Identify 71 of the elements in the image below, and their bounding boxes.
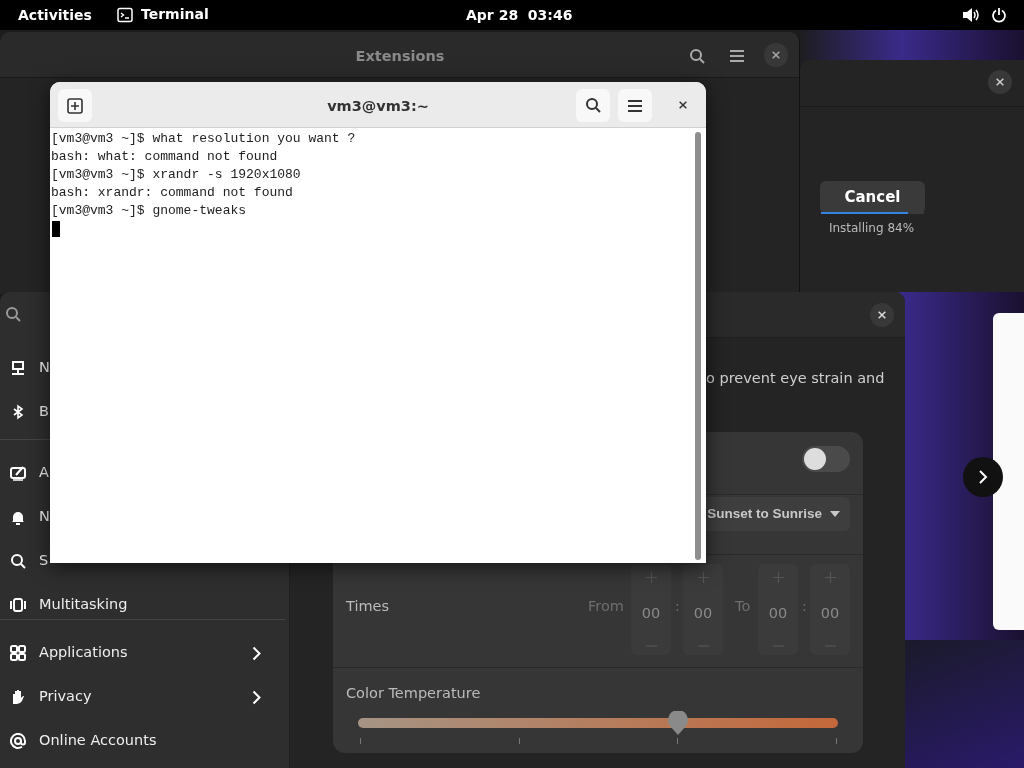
plus-icon bbox=[697, 572, 709, 583]
window-title: Extensions bbox=[354, 47, 446, 66]
text-cursor bbox=[52, 221, 60, 237]
bell-icon bbox=[10, 509, 26, 525]
menu-icon bbox=[729, 48, 745, 64]
slider-thumb[interactable] bbox=[668, 711, 689, 735]
new-tab-button[interactable] bbox=[58, 89, 92, 122]
search-icon bbox=[688, 47, 706, 65]
plus-icon bbox=[772, 572, 784, 583]
sidebar-item[interactable]: S bbox=[0, 541, 50, 581]
search-icon bbox=[584, 97, 602, 114]
times-label: Times bbox=[346, 597, 390, 616]
clock[interactable]: Apr 28 03:46 bbox=[466, 5, 573, 26]
close-icon bbox=[678, 100, 688, 110]
close-button[interactable] bbox=[988, 70, 1012, 94]
chevron-right-icon bbox=[252, 689, 261, 705]
tick-mark bbox=[518, 738, 520, 744]
menu-button[interactable] bbox=[618, 89, 652, 122]
sidebar-item[interactable]: Online Accounts bbox=[0, 721, 285, 761]
sidebar-item[interactable]: Multitasking bbox=[0, 585, 285, 625]
terminal-line: bash: xrandr: command not found bbox=[51, 184, 293, 202]
tick-mark bbox=[360, 738, 361, 744]
terminal-icon bbox=[117, 6, 133, 23]
multitasking-icon bbox=[10, 597, 26, 613]
plus-icon bbox=[645, 572, 657, 583]
description-text: o prevent eye strain and bbox=[706, 369, 885, 388]
hand-icon bbox=[10, 689, 26, 705]
search-button[interactable] bbox=[576, 89, 610, 122]
activities-button[interactable]: Activities bbox=[18, 5, 92, 26]
chevron-right-icon bbox=[978, 469, 988, 485]
grid-icon bbox=[10, 645, 26, 661]
close-icon bbox=[771, 50, 781, 60]
sidebar-item[interactable]: Applications bbox=[0, 633, 285, 673]
sidebar-item[interactable]: N bbox=[0, 348, 50, 388]
speaker-icon[interactable] bbox=[962, 7, 980, 23]
slider-label: Color Temperature bbox=[346, 684, 481, 703]
time-separator: : bbox=[675, 597, 680, 616]
from-label: From bbox=[588, 597, 624, 616]
schedule-dropdown[interactable]: Sunset to Sunrise bbox=[706, 497, 850, 531]
menu-icon bbox=[627, 97, 643, 114]
status-text: Installing 84% bbox=[827, 220, 916, 237]
terminal-line: bash: what: command not found bbox=[51, 148, 278, 166]
plus-box-icon bbox=[67, 97, 83, 114]
chevron-right-icon bbox=[252, 645, 261, 661]
tick-mark bbox=[677, 738, 679, 744]
terminal-line: [vm3@vm3 ~]$ xrandr -s 1920x1080 bbox=[51, 166, 301, 184]
tick-mark bbox=[836, 738, 837, 744]
power-icon[interactable] bbox=[991, 7, 1007, 23]
toggle-switch[interactable] bbox=[802, 446, 850, 472]
at-sign-icon bbox=[10, 733, 26, 749]
display-icon bbox=[10, 465, 26, 481]
sidebar-item[interactable]: A bbox=[0, 453, 50, 493]
cancel-button[interactable]: Cancel bbox=[820, 181, 925, 214]
caret-down-icon bbox=[830, 511, 840, 517]
search-button[interactable] bbox=[687, 46, 707, 66]
search-icon bbox=[5, 306, 22, 323]
app-menu-button[interactable]: Terminal bbox=[117, 4, 209, 25]
close-icon bbox=[877, 310, 887, 320]
sidebar-item[interactable]: N bbox=[0, 497, 50, 537]
search-icon bbox=[10, 553, 26, 569]
window-title: vm3@vm3:~ bbox=[326, 97, 430, 116]
time-separator: : bbox=[802, 597, 807, 616]
sidebar-item[interactable]: B bbox=[0, 392, 50, 432]
terminal-line: [vm3@vm3 ~]$ what resolution you want ? bbox=[51, 130, 356, 148]
scrollbar[interactable] bbox=[695, 132, 701, 560]
sidebar-item[interactable]: Privacy bbox=[0, 677, 285, 717]
terminal-line: [vm3@vm3 ~]$ gnome-tweaks bbox=[51, 202, 247, 220]
computer-icon bbox=[10, 360, 26, 376]
close-icon bbox=[995, 77, 1005, 87]
to-label: To bbox=[735, 597, 751, 616]
plus-icon bbox=[824, 572, 836, 583]
